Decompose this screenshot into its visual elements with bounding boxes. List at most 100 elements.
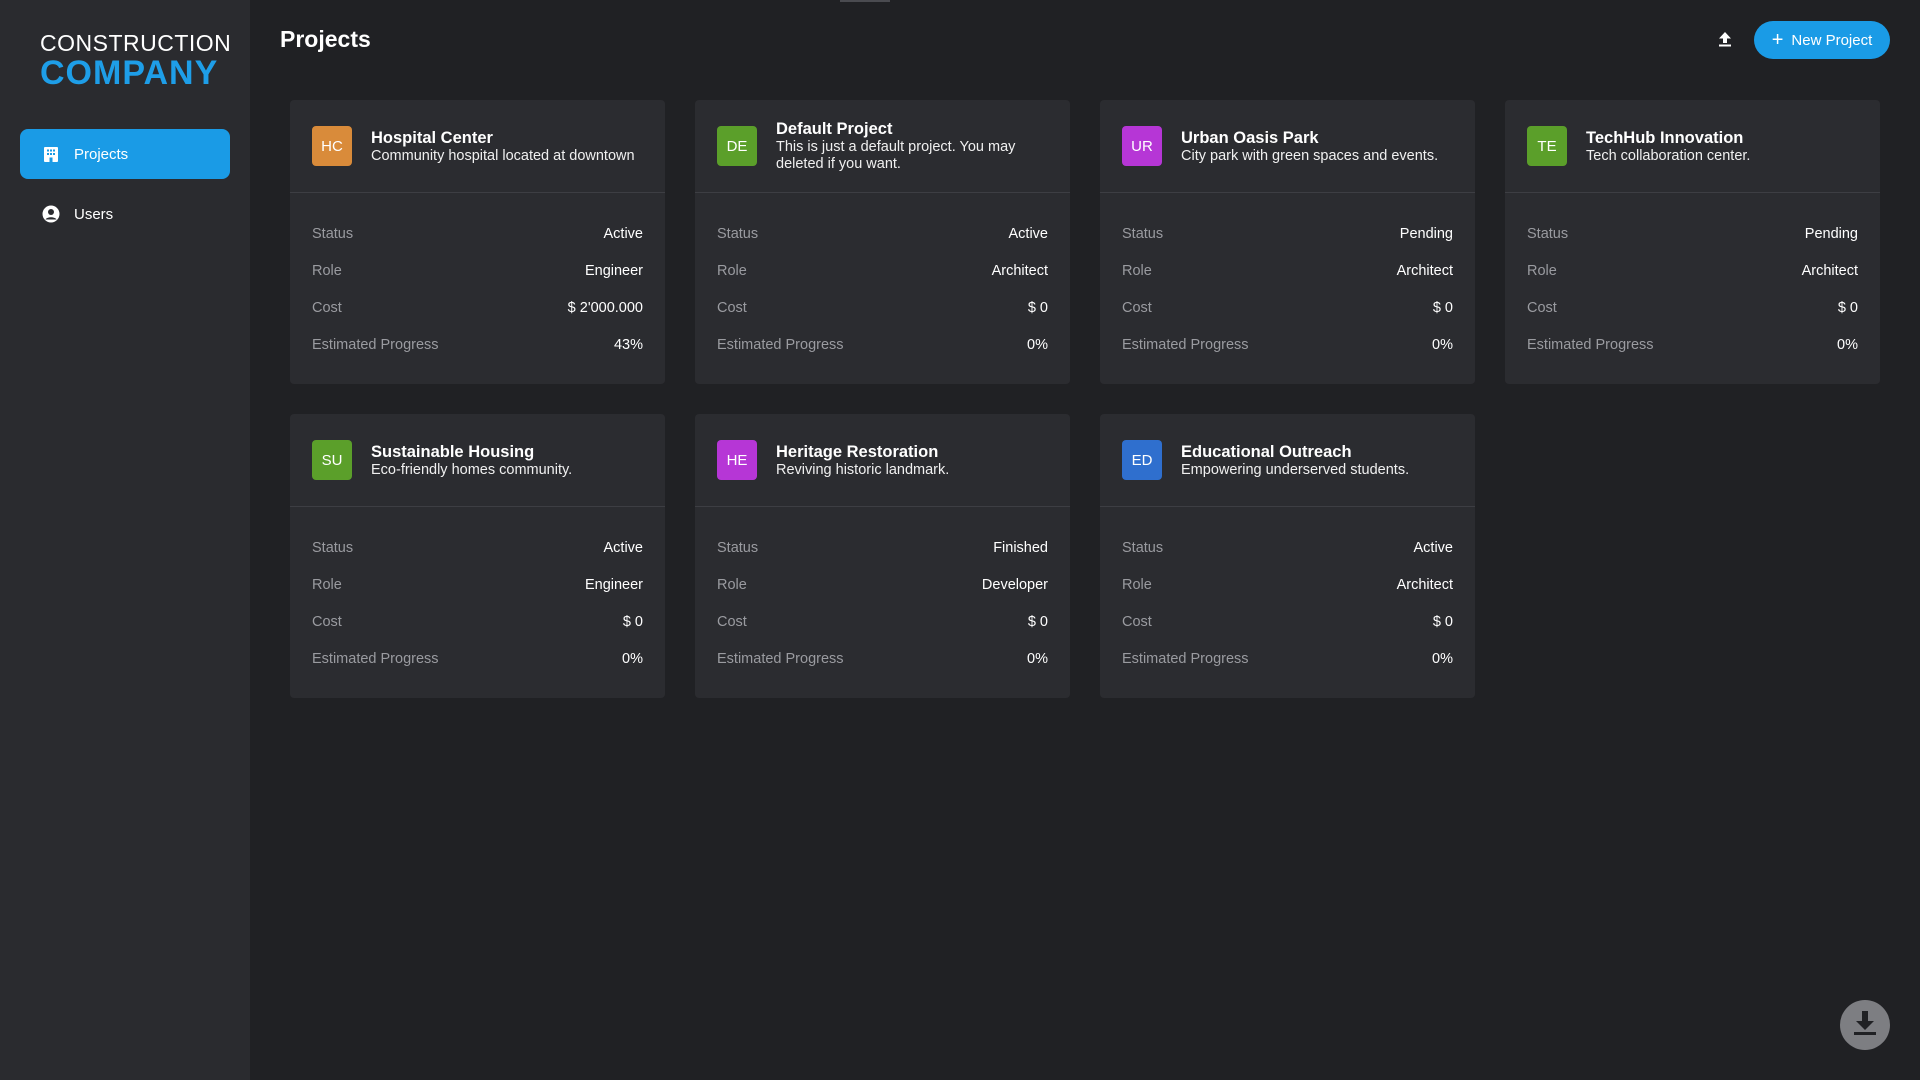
role-row: Role Architect bbox=[717, 252, 1048, 289]
progress-value: 0% bbox=[622, 650, 643, 667]
project-name: Educational Outreach bbox=[1181, 442, 1352, 461]
project-card-header: HE Heritage Restoration Reviving histori… bbox=[695, 414, 1070, 507]
progress-label: Estimated Progress bbox=[312, 336, 439, 353]
projects-grid: HC Hospital Center Community hospital lo… bbox=[290, 100, 1880, 698]
role-label: Role bbox=[1122, 262, 1152, 279]
progress-row: Estimated Progress 0% bbox=[1122, 640, 1453, 677]
progress-value: 0% bbox=[1432, 336, 1453, 353]
upload-button[interactable] bbox=[1712, 28, 1738, 54]
status-value: Finished bbox=[993, 539, 1048, 556]
status-value: Active bbox=[1413, 539, 1454, 556]
project-name: Hospital Center bbox=[371, 128, 493, 147]
cost-row: Cost $ 0 bbox=[1122, 603, 1453, 640]
status-row: Status Active bbox=[1122, 529, 1453, 566]
progress-label: Estimated Progress bbox=[1122, 336, 1249, 353]
role-label: Role bbox=[717, 262, 747, 279]
cost-value: $ 0 bbox=[1432, 613, 1453, 630]
project-details: Status Active Role Engineer Cost $ 2'000… bbox=[290, 193, 665, 363]
status-value: Active bbox=[603, 539, 644, 556]
status-row: Status Pending bbox=[1122, 215, 1453, 252]
project-name: Urban Oasis Park bbox=[1181, 128, 1319, 147]
role-row: Role Architect bbox=[1122, 252, 1453, 289]
project-card-header: ED Educational Outreach Empowering under… bbox=[1100, 414, 1475, 507]
status-row: Status Pending bbox=[1527, 215, 1858, 252]
progress-label: Estimated Progress bbox=[1527, 336, 1654, 353]
progress-label: Estimated Progress bbox=[717, 336, 844, 353]
cost-value: $ 0 bbox=[1837, 299, 1858, 316]
user-circle-icon bbox=[42, 205, 60, 223]
new-project-button[interactable]: + New Project bbox=[1754, 21, 1890, 59]
progress-row: Estimated Progress 43% bbox=[312, 326, 643, 363]
project-details: Status Pending Role Architect Cost $ 0 E… bbox=[1100, 193, 1475, 363]
project-description: Community hospital located at downtown bbox=[371, 147, 635, 164]
role-value: Architect bbox=[1801, 262, 1858, 279]
status-label: Status bbox=[312, 539, 354, 556]
cost-label: Cost bbox=[1527, 299, 1557, 316]
plus-icon: + bbox=[1771, 29, 1784, 51]
new-project-label: New Project bbox=[1791, 31, 1873, 49]
status-label: Status bbox=[312, 225, 354, 242]
cost-value: $ 0 bbox=[1432, 299, 1453, 316]
progress-row: Estimated Progress 0% bbox=[312, 640, 643, 677]
cost-value: $ 0 bbox=[1027, 299, 1048, 316]
project-name: Default Project bbox=[776, 120, 893, 138]
project-details: Status Finished Role Developer Cost $ 0 … bbox=[695, 507, 1070, 677]
role-label: Role bbox=[1527, 262, 1557, 279]
role-row: Role Engineer bbox=[312, 566, 643, 603]
download-button[interactable] bbox=[1840, 1000, 1890, 1050]
progress-row: Estimated Progress 0% bbox=[1122, 326, 1453, 363]
role-value: Architect bbox=[991, 262, 1048, 279]
sidebar-item-users[interactable]: Users bbox=[20, 189, 230, 239]
project-description: Reviving historic landmark. bbox=[776, 461, 950, 478]
project-card-header: SU Sustainable Housing Eco-friendly home… bbox=[290, 414, 665, 507]
project-name: TechHub Innovation bbox=[1586, 128, 1744, 147]
progress-value: 43% bbox=[613, 336, 643, 353]
cost-row: Cost $ 2'000.000 bbox=[312, 289, 643, 326]
sidebar-item-label: Projects bbox=[74, 145, 129, 163]
sidebar-item-projects[interactable]: Projects bbox=[20, 129, 230, 179]
role-value: Engineer bbox=[584, 262, 643, 279]
project-initials-badge: HC bbox=[312, 126, 352, 166]
project-card-header: DE Default Project This is just a defaul… bbox=[695, 100, 1070, 193]
cost-value: $ 2'000.000 bbox=[567, 299, 643, 316]
status-label: Status bbox=[1527, 225, 1569, 242]
project-heading: TechHub Innovation Tech collaboration ce… bbox=[1586, 128, 1750, 165]
project-initials-badge: ED bbox=[1122, 440, 1162, 480]
logo-line-2: COMPANY bbox=[40, 54, 219, 92]
progress-value: 0% bbox=[1027, 336, 1048, 353]
status-label: Status bbox=[717, 225, 759, 242]
role-value: Engineer bbox=[584, 576, 643, 593]
project-card[interactable]: ED Educational Outreach Empowering under… bbox=[1100, 414, 1475, 698]
status-label: Status bbox=[717, 539, 759, 556]
company-logo: CONSTRUCTION COMPANY bbox=[40, 30, 231, 92]
project-card[interactable]: HE Heritage Restoration Reviving histori… bbox=[695, 414, 1070, 698]
project-details: Status Pending Role Architect Cost $ 0 E… bbox=[1505, 193, 1880, 363]
project-heading: Heritage Restoration Reviving historic l… bbox=[776, 442, 949, 479]
status-value: Pending bbox=[1804, 225, 1858, 242]
status-row: Status Finished bbox=[717, 529, 1048, 566]
project-card[interactable]: TE TechHub Innovation Tech collaboration… bbox=[1505, 100, 1880, 384]
role-value: Architect bbox=[1396, 576, 1453, 593]
cost-label: Cost bbox=[1122, 613, 1152, 630]
role-label: Role bbox=[312, 262, 342, 279]
progress-value: 0% bbox=[1027, 650, 1048, 667]
project-description: City park with green spaces and events. bbox=[1181, 147, 1439, 164]
project-card[interactable]: DE Default Project This is just a defaul… bbox=[695, 100, 1070, 384]
cost-label: Cost bbox=[717, 613, 747, 630]
project-card[interactable]: SU Sustainable Housing Eco-friendly home… bbox=[290, 414, 665, 698]
status-value: Active bbox=[1008, 225, 1049, 242]
progress-row: Estimated Progress 0% bbox=[1527, 326, 1858, 363]
project-heading: Default Project This is just a default p… bbox=[776, 119, 1052, 173]
cost-row: Cost $ 0 bbox=[717, 603, 1048, 640]
status-label: Status bbox=[1122, 225, 1164, 242]
role-label: Role bbox=[717, 576, 747, 593]
project-card[interactable]: UR Urban Oasis Park City park with green… bbox=[1100, 100, 1475, 384]
project-card[interactable]: HC Hospital Center Community hospital lo… bbox=[290, 100, 665, 384]
project-details: Status Active Role Architect Cost $ 0 Es… bbox=[695, 193, 1070, 363]
status-row: Status Active bbox=[717, 215, 1048, 252]
project-description: Empowering underserved students. bbox=[1181, 461, 1410, 478]
role-value: Developer bbox=[981, 576, 1048, 593]
progress-label: Estimated Progress bbox=[717, 650, 844, 667]
project-description: This is just a default project. You may … bbox=[776, 139, 1016, 172]
progress-row: Estimated Progress 0% bbox=[717, 640, 1048, 677]
